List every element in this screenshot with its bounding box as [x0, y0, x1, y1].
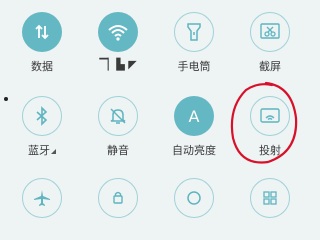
- wifi-label: ▔▏▙ ◤: [99, 58, 137, 71]
- expand-triangle-icon[interactable]: [51, 149, 56, 154]
- screen-cast-icon: [260, 108, 280, 123]
- bluetooth-label: 蓝牙: [14, 142, 70, 158]
- screen-cast-toggle[interactable]: [250, 96, 290, 136]
- bullet-dot: [4, 97, 8, 101]
- tile-lock-rotation[interactable]: [90, 178, 146, 218]
- screen-cast-label: 投射: [259, 144, 281, 157]
- tile-bluetooth[interactable]: 蓝牙: [14, 96, 70, 158]
- bluetooth-toggle[interactable]: [22, 96, 62, 136]
- location-icon: [187, 191, 201, 205]
- wifi-toggle[interactable]: [98, 12, 138, 52]
- tile-auto-brightness[interactable]: A 自动亮度: [166, 96, 222, 158]
- auto-brightness-icon: A: [188, 106, 200, 126]
- screenshot-scissors-icon: [260, 23, 280, 39]
- mute-bell-icon: [110, 108, 126, 124]
- tile-screen-cast[interactable]: 投射: [242, 96, 298, 158]
- auto-brightness-label: 自动亮度: [172, 144, 216, 157]
- bluetooth-icon: [36, 106, 48, 126]
- apps-toggle[interactable]: [250, 178, 290, 218]
- apps-grid-icon: [263, 191, 277, 205]
- tile-airplane[interactable]: [14, 178, 70, 218]
- screenshot-toggle[interactable]: [250, 12, 290, 52]
- airplane-toggle[interactable]: [22, 178, 62, 218]
- tile-mute[interactable]: 静音: [90, 96, 146, 158]
- lock-rotation-icon: [113, 191, 123, 204]
- tile-wifi[interactable]: ▔▏▙ ◤: [90, 12, 146, 71]
- auto-brightness-toggle[interactable]: A: [174, 96, 214, 136]
- mute-label: 静音: [107, 144, 129, 157]
- tile-apps[interactable]: [242, 178, 298, 218]
- mobile-data-toggle[interactable]: [22, 12, 62, 52]
- tile-location[interactable]: [166, 178, 222, 218]
- mobile-data-icon: [35, 24, 49, 40]
- airplane-icon: [34, 190, 50, 206]
- flashlight-icon: [187, 23, 201, 41]
- tile-screenshot[interactable]: 截屏: [242, 12, 298, 74]
- lock-rotation-toggle[interactable]: [98, 178, 138, 218]
- screenshot-label: 截屏: [259, 60, 281, 73]
- mobile-data-label: 数据: [31, 60, 53, 73]
- wifi-icon: [108, 25, 128, 41]
- mute-toggle[interactable]: [98, 96, 138, 136]
- tile-mobile-data[interactable]: 数据: [14, 12, 70, 74]
- flashlight-label: 手电筒: [177, 60, 211, 73]
- tile-flashlight[interactable]: 手电筒: [166, 12, 222, 74]
- location-toggle[interactable]: [174, 178, 214, 218]
- flashlight-toggle[interactable]: [174, 12, 214, 52]
- bluetooth-label-text: 蓝牙: [28, 144, 50, 157]
